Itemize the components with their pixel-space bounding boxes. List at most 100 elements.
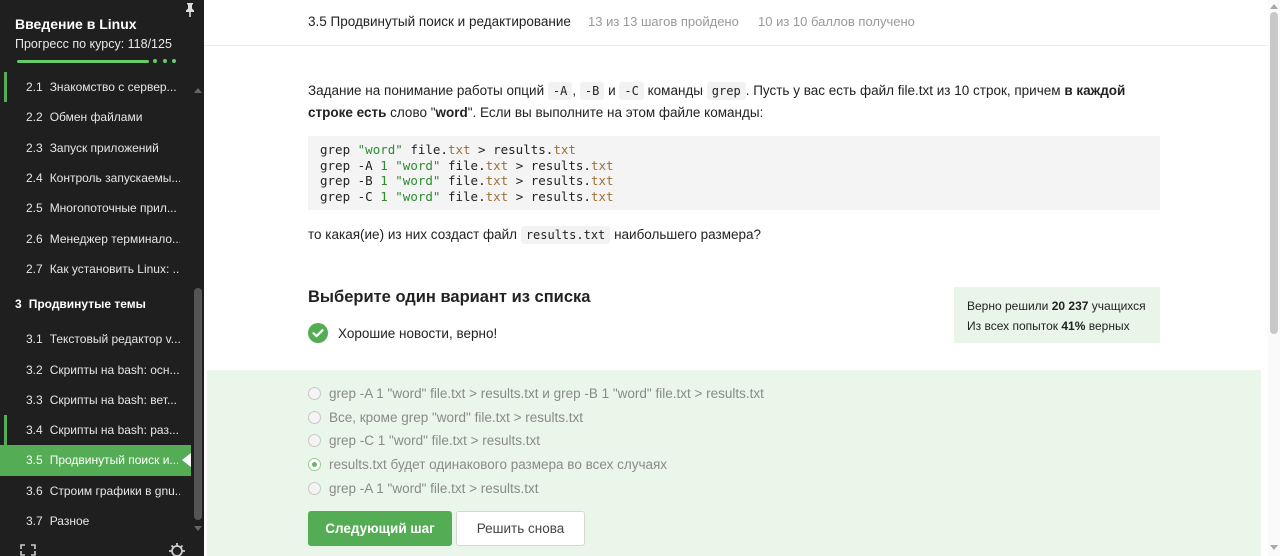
task-text: то какая(ие) из них создаст файл: [308, 227, 518, 242]
inline-code: -A: [547, 82, 573, 100]
nav-item-number: 2.7: [26, 261, 43, 276]
nav-item-3-7[interactable]: 3.7 Разное: [0, 506, 192, 536]
answer-option[interactable]: grep -A 1 "word" file.txt > results.txt: [308, 478, 539, 498]
nav-section-3[interactable]: 3 Продвинутые темы: [0, 284, 192, 324]
retry-button[interactable]: Решить снова: [456, 511, 585, 546]
course-progress: Прогресс по курсу: 118/125: [15, 37, 172, 51]
course-title[interactable]: Введение в Linux: [15, 16, 137, 32]
scroll-down-arrow-icon[interactable]: [194, 526, 202, 531]
stats-line-attempts: Из всех попыток 41% верных: [967, 316, 1147, 336]
stats-text: учащихся: [1091, 299, 1146, 313]
inline-code: grep: [706, 82, 746, 100]
nav-item-number: 2.3: [26, 140, 43, 155]
stats-line-solved: Верно решили 20 237 учащихся: [967, 296, 1147, 316]
progress-bar: [17, 59, 192, 63]
nav-item-label: Знакомство с сервер...: [49, 80, 177, 95]
stats-number: 41%: [1061, 319, 1086, 333]
course-sidebar: Введение в Linux Прогресс по курсу: 118/…: [0, 0, 204, 556]
nav-item-number: 3.4: [26, 423, 43, 438]
nav-item-number: 3.6: [26, 483, 43, 498]
radio-button-checked[interactable]: [308, 457, 321, 471]
comma: ,: [572, 83, 577, 98]
nav-item-2-2[interactable]: 2.2 Обмен файлами: [0, 102, 192, 132]
scroll-up-arrow-icon[interactable]: [1270, 4, 1278, 9]
next-step-button[interactable]: Следующий шаг: [308, 511, 452, 546]
nav-item-label: Скрипты на bash: осн...: [49, 362, 180, 377]
nav-item-3-1[interactable]: 3.1 Текстовый редактор v...: [0, 324, 192, 354]
option-label: grep -C 1 "word" file.txt > results.txt: [329, 432, 541, 448]
nav-item-label: Обмен файлами: [49, 110, 143, 125]
radio-button[interactable]: [308, 410, 321, 424]
steps-progress: 13 из 13 шагов пройдено: [588, 14, 739, 29]
nav-section-number: 3: [15, 297, 22, 312]
nav-item-number: 3.7: [26, 514, 43, 528]
progress-dot: [163, 59, 167, 63]
option-label: Все, кроме grep "word" file.txt > result…: [329, 409, 584, 425]
pin-icon[interactable]: [184, 2, 196, 18]
nav-item-label: Текстовый редактор v...: [49, 332, 180, 347]
radio-button[interactable]: [308, 386, 321, 400]
nav-item-number: 2.6: [26, 231, 43, 246]
step-header: 3.5 Продвинутый поиск и редактирование 1…: [204, 0, 1268, 46]
stats-text: Верно решили: [967, 299, 1049, 313]
option-label: grep -A 1 "word" file.txt > results.txt …: [329, 385, 764, 401]
task-text: Задание на понимание работы опций: [308, 83, 545, 98]
nav-item-3-3[interactable]: 3.3 Скрипты на bash: вет...: [0, 385, 192, 415]
nav-item-label: Менеджер терминало...: [49, 231, 180, 246]
inline-code: -C: [619, 82, 644, 100]
inline-code: results.txt: [520, 226, 611, 244]
nav-item-label: Скрипты на bash: раз...: [49, 423, 179, 438]
nav-item-label: Многопоточные прил...: [49, 201, 177, 216]
active-marker: [182, 453, 191, 468]
nav-item-3-5-active[interactable]: 3.5 Продвинутый поиск и...: [0, 445, 191, 476]
radio-button[interactable]: [308, 481, 321, 495]
answer-option[interactable]: grep -A 1 "word" file.txt > results.txt …: [308, 383, 764, 403]
nav-item-number: 2.2: [26, 110, 43, 125]
nav-item-number: 3.5: [26, 453, 43, 468]
expand-icon[interactable]: [20, 544, 36, 556]
nav-item-2-5[interactable]: 2.5 Многопоточные прил...: [0, 193, 192, 223]
nav-item-2-1[interactable]: 2.1 Знакомство с сервер...: [0, 72, 192, 103]
task-text: ". Если вы выполните на этом файле коман…: [467, 105, 764, 120]
nav-item-label: Строим графики в gnu...: [49, 483, 180, 498]
lesson-nav: 2.1 Знакомство с сервер... 2.2 Обмен файла…: [0, 72, 192, 536]
nav-item-2-7[interactable]: 2.7 Как установить Linux: ...: [0, 254, 192, 284]
task-text: слово ": [390, 105, 436, 120]
answer-option-selected[interactable]: results.txt будет одинакового размера во…: [308, 454, 667, 474]
nav-item-label: Как установить Linux: ...: [49, 261, 180, 276]
progress-value: 118/125: [127, 37, 172, 51]
nav-item-label: Разное: [49, 514, 90, 528]
sidebar-scroll-thumb[interactable]: [194, 288, 202, 520]
quiz-title: Выберите один вариант из списка: [308, 288, 591, 306]
nav-item-3-4[interactable]: 3.4 Скрипты на bash: раз...: [0, 414, 192, 446]
feedback-text: Хорошие новости, верно!: [338, 325, 498, 341]
sidebar-scrollbar[interactable]: [192, 84, 204, 536]
nav-item-2-3[interactable]: 2.3 Запуск приложений: [0, 133, 192, 163]
gear-icon[interactable]: [168, 542, 186, 556]
code-line: grep -B 1 "word" file.txt > results.txt: [320, 173, 614, 188]
answer-option[interactable]: grep -C 1 "word" file.txt > results.txt: [308, 430, 540, 450]
nav-item-label: Скрипты на bash: вет...: [49, 392, 177, 407]
option-label: results.txt будет одинакового размера во…: [329, 456, 668, 472]
code-line: grep -A 1 "word" file.txt > results.txt: [320, 157, 614, 173]
nav-item-number: 3.2: [26, 362, 43, 377]
nav-item-2-4[interactable]: 2.4 Контроль запускаемы...: [0, 163, 192, 193]
sidebar-footer: [0, 540, 204, 556]
nav-item-number: 3.3: [26, 392, 43, 407]
nav-item-2-6[interactable]: 2.6 Менеджер терминало...: [0, 223, 192, 253]
task-bold-text: word: [435, 105, 468, 120]
nav-item-3-6[interactable]: 3.6 Строим графики в gnu...: [0, 476, 192, 506]
nav-item-label: Продвинутый поиск и...: [49, 453, 178, 468]
radio-button[interactable]: [308, 433, 321, 447]
scroll-up-arrow-icon[interactable]: [194, 88, 202, 93]
scroll-down-arrow-icon[interactable]: [1270, 545, 1278, 550]
code-line: grep -C 1 "word" file.txt > results.txt: [320, 188, 614, 204]
progress-bar-fill: [17, 60, 149, 63]
option-label: grep -A 1 "word" file.txt > results.txt: [329, 480, 539, 496]
page-scroll-thumb[interactable]: [1270, 12, 1278, 334]
code-block: grep "word" file.txt > results.txt grep …: [308, 136, 1160, 210]
nav-item-3-2[interactable]: 3.2 Скрипты на bash: осн...: [0, 354, 192, 384]
task-question: то какая(ие) из них создаст файл results…: [308, 224, 761, 246]
answer-option[interactable]: Все, кроме grep "word" file.txt > result…: [308, 407, 583, 427]
page-scrollbar[interactable]: [1268, 0, 1280, 556]
